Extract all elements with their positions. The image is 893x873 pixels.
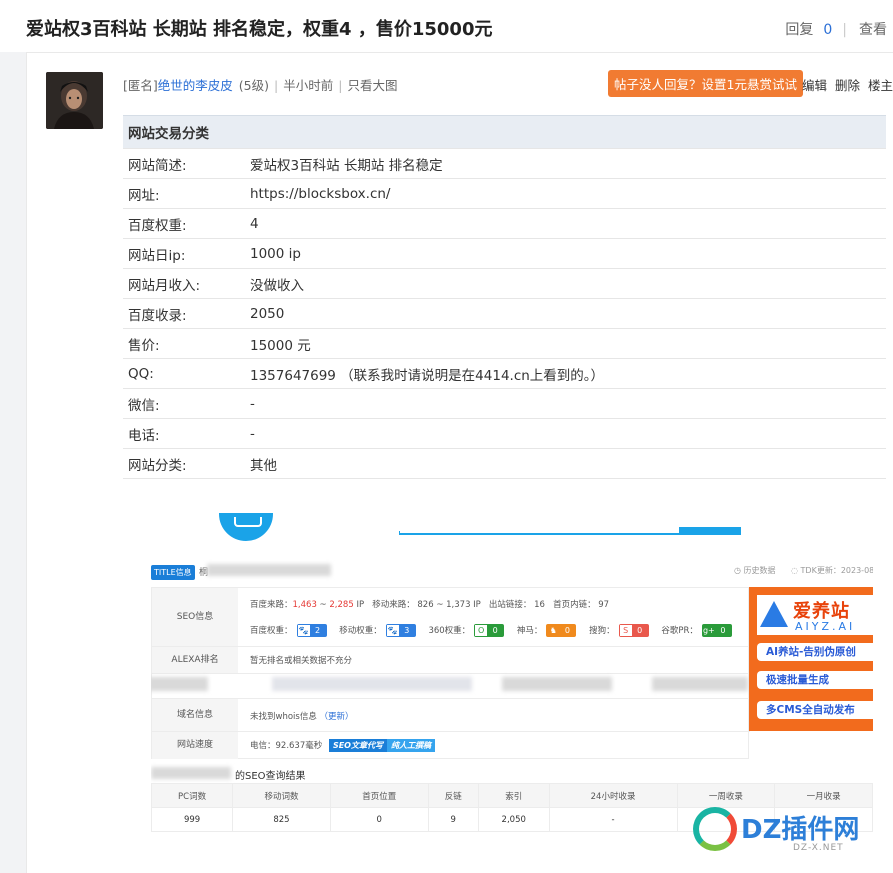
seo-traffic-line: 百度来路：1,463 ~ 2,285 IP 移动来路： 826 ~ 1,373 … xyxy=(250,600,610,610)
table-row: 电话: - xyxy=(123,418,886,449)
g-icon: g+ 0 xyxy=(701,624,732,637)
table-row: 百度收录: 2050 xyxy=(123,298,886,329)
blurred-row xyxy=(272,677,472,691)
aiyz-logo: 爱养站 AIYZ.AI xyxy=(757,595,873,635)
s-icon: S0 xyxy=(618,624,649,637)
post-meta: [匿名]绝世的李皮皮 (5级) | 半小时前 | 只看大图 xyxy=(123,75,397,94)
author-link[interactable]: 绝世的李皮皮 xyxy=(158,78,233,93)
dz-watermark: DZ插件网 DZ-X.NET xyxy=(693,803,893,863)
paw-icon: 🐾 2 xyxy=(296,624,327,637)
alexa-label: ALEXA排名 xyxy=(152,647,238,673)
table-row: 百度权重: 4 xyxy=(123,208,886,239)
site-info-table: 网站交易分类 网站简述: 爱站权3百科站 长期站 排名稳定 网址: https://… xyxy=(123,115,886,479)
thread-title: 爱站权3百科站 长期站 排名稳定，权重4 ，售价15000元 xyxy=(26,19,493,40)
post-card: [匿名]绝世的李皮皮 (5级) | 半小时前 | 只看大图 帖子没人回复？设置1元悬赏试试… xyxy=(26,52,893,873)
horse-icon: ♞ 0 xyxy=(546,624,577,637)
reply-label: 回复 xyxy=(785,22,814,38)
post-time: 半小时前 xyxy=(283,78,334,93)
triangle-icon xyxy=(760,601,788,627)
domain-label: 域名信息 xyxy=(152,699,238,731)
blurred-title xyxy=(207,564,331,576)
delete-button[interactable]: 删除 xyxy=(835,78,860,93)
avatar[interactable] xyxy=(46,72,103,129)
domain-update-link[interactable]: （更新） xyxy=(320,712,354,722)
table-row: QQ: 1357647699 （联系我时请说明是在4414.cn上看到的。） xyxy=(123,358,886,389)
author-level: (5级) xyxy=(238,78,269,93)
only-big-image-link[interactable]: 只看大图 xyxy=(347,78,397,93)
checkmark-logo-icon xyxy=(693,807,737,851)
blurred-row xyxy=(151,677,208,691)
view-label: 查看 xyxy=(859,22,887,38)
alexa-value: 暂无排名或相关数据不充分 xyxy=(250,656,353,666)
seo-screenshot-image[interactable]: TITLE信息 桐 ◷ 历史数据 ◌ TDK更新：2023-08-1 SEO信息… xyxy=(151,513,873,845)
anonymous-tag: [匿名] xyxy=(123,78,158,93)
stats-divider: | xyxy=(842,22,847,38)
history-data-link: ◷ 历史数据 xyxy=(734,566,776,575)
laptop-icon xyxy=(219,513,273,541)
title-info-tag: TITLE信息 xyxy=(151,565,195,580)
watermark-sub: DZ-X.NET xyxy=(793,843,844,853)
speed-value: 电信：92.637毫秒 SEO文章代写 纯人工撰稿 xyxy=(250,739,435,752)
thread-header: 爱站权3百科站 长期站 排名稳定，权重4 ，售价15000元 回复 0 | 查看 xyxy=(0,0,893,52)
blurred-domain xyxy=(151,767,231,779)
ad-button[interactable]: 极速批量生成 xyxy=(757,671,873,689)
aiyz-ad-banner[interactable]: 爱养站 AIYZ.AI AI养站-告别伪原创 极速批量生成 多CMS全自动发布 xyxy=(749,587,873,731)
table-row: 网站日ip: 1000 ip xyxy=(123,238,886,269)
meta-divider: | xyxy=(338,78,343,93)
weight-badges: 百度权重： 🐾 2 移动权重： 🐾 3 360权重： O 0 神马： ♞ 0 搜狗： S 0 谷歌P… xyxy=(250,624,742,637)
post-actions: 编辑 删除 楼主 xyxy=(802,75,893,94)
tdk-update: ◌ TDK更新：2023-08-1 xyxy=(791,566,873,575)
ad-button[interactable]: 多CMS全自动发布 xyxy=(757,701,873,719)
ad-button[interactable]: AI养站-告别伪原创 xyxy=(757,643,873,661)
watermark-text: DZ插件网 xyxy=(741,815,860,845)
o-icon: O0 xyxy=(474,624,505,637)
table-row: 售价: 15000 元 xyxy=(123,328,886,359)
meta-divider: | xyxy=(274,78,279,93)
blurred-row xyxy=(502,677,612,691)
reply-stats: 回复 0 | 查看 xyxy=(785,19,887,39)
paw-icon: 🐾 3 xyxy=(385,624,416,637)
blurred-row xyxy=(652,677,748,691)
seo-writing-tag[interactable]: SEO文章代写 xyxy=(328,739,387,752)
result-title: 的SEO查询结果 xyxy=(235,771,306,782)
info-table-header: 网站交易分类 xyxy=(123,115,886,149)
floor-label: 楼主 xyxy=(868,78,893,93)
table-row: 微信: - xyxy=(123,388,886,419)
decorative-bar xyxy=(679,527,741,535)
seo-info-box: SEO信息 百度来路：1,463 ~ 2,285 IP 移动来路： 826 ~ … xyxy=(151,587,750,759)
bounty-button[interactable]: 帖子没人回复？设置1元悬赏试试 xyxy=(608,70,803,97)
reply-count[interactable]: 0 xyxy=(823,22,832,38)
domain-value: 未找到whois信息 （更新） xyxy=(250,712,354,722)
table-row: 网站分类: 其他 xyxy=(123,448,886,479)
speed-label: 网站速度 xyxy=(152,732,238,759)
table-row: 网站月收入: 没做收入 xyxy=(123,268,886,299)
edit-button[interactable]: 编辑 xyxy=(802,78,827,93)
manual-writing-tag[interactable]: 纯人工撰稿 xyxy=(386,739,435,752)
table-row: 网站简述: 爱站权3百科站 长期站 排名稳定 xyxy=(123,148,886,179)
table-row: 网址: https://blocksbox.cn/ xyxy=(123,178,886,209)
